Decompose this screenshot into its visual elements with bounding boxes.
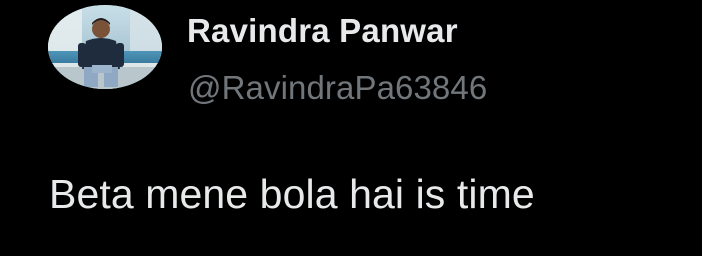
profile-photo-icon [48,5,162,89]
tweet-text: Beta mene bola hai is time [49,171,535,217]
tweet-card: Ravindra Panwar @RavindraPa63846 Beta me… [0,0,702,256]
user-handle[interactable]: @RavindraPa63846 [188,68,487,108]
display-name[interactable]: Ravindra Panwar [187,11,458,51]
avatar[interactable] [48,5,162,89]
